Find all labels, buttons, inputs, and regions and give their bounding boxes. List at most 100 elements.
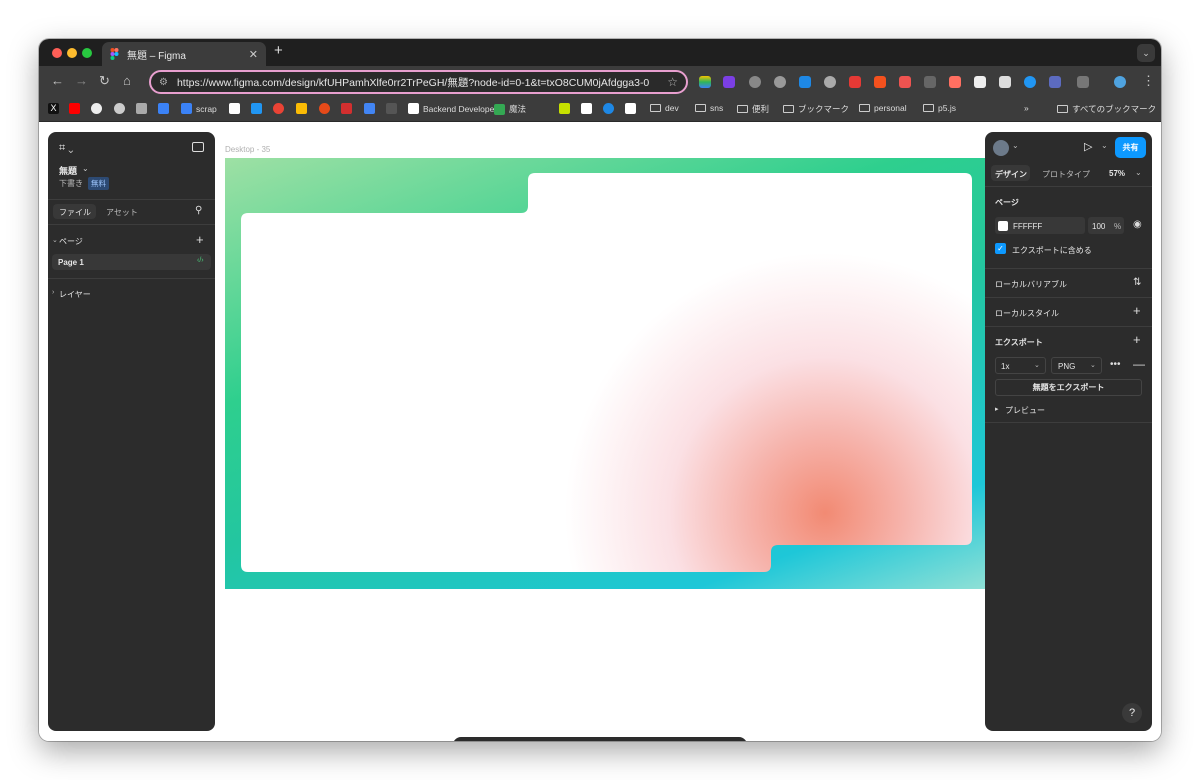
search-icon[interactable]: ⚲: [195, 205, 202, 216]
bookmark-folder-dev[interactable]: dev: [650, 103, 679, 113]
browser-menu-icon[interactable]: ⋮: [1142, 73, 1155, 89]
bookmark-scrap[interactable]: scrap: [181, 103, 217, 114]
bookmark-icon[interactable]: [319, 103, 330, 114]
bookmark-icon[interactable]: [364, 103, 375, 114]
bookmark-x-icon[interactable]: X: [48, 103, 59, 114]
tab-design[interactable]: デザイン: [995, 169, 1027, 180]
site-settings-icon[interactable]: ⚙: [159, 77, 168, 88]
preview-caret-icon[interactable]: ▸: [995, 405, 999, 413]
add-page-icon[interactable]: +: [196, 232, 204, 247]
back-icon[interactable]: ←: [51, 73, 64, 88]
bookmark-mahou[interactable]: 魔法: [494, 103, 526, 115]
present-icon[interactable]: ▷: [1084, 140, 1092, 153]
extension-icon[interactable]: [723, 76, 735, 88]
bookmark-backend-developer[interactable]: Backend Develope...: [408, 103, 501, 114]
extension-icon[interactable]: [774, 76, 786, 88]
variables-icon[interactable]: ⇅: [1133, 277, 1141, 288]
bookmark-github-icon[interactable]: [114, 103, 125, 114]
remove-export-icon[interactable]: —: [1133, 357, 1145, 371]
extension-icon[interactable]: [1024, 76, 1036, 88]
bookmark-folder-p5js[interactable]: p5.js: [923, 103, 956, 113]
profile-avatar-icon[interactable]: [1114, 76, 1126, 88]
extension-icon[interactable]: [749, 76, 761, 88]
file-name-chevron-icon[interactable]: ⌄: [82, 164, 89, 173]
include-export-checkbox[interactable]: ✓: [995, 243, 1006, 254]
bookmark-youtube-icon[interactable]: [69, 103, 80, 114]
avatar-chevron-icon[interactable]: ⌄: [1012, 141, 1019, 150]
user-avatar[interactable]: [993, 140, 1009, 156]
extension-icon[interactable]: [799, 76, 811, 88]
close-tab-icon[interactable]: ✕: [249, 48, 258, 61]
figma-menu-icon[interactable]: ⌗ ⌄: [59, 142, 73, 155]
file-name[interactable]: 無題: [59, 164, 77, 177]
bookmark-icon[interactable]: [625, 103, 636, 114]
add-style-icon[interactable]: +: [1133, 303, 1141, 318]
all-bookmarks-folder[interactable]: すべてのブックマーク: [1057, 103, 1156, 115]
minimize-window-button[interactable]: [67, 48, 77, 58]
help-icon[interactable]: ?: [1122, 703, 1142, 723]
present-chevron-icon[interactable]: ⌄: [1101, 141, 1108, 150]
more-bookmarks-icon[interactable]: »: [1024, 103, 1029, 113]
export-format-chevron-icon[interactable]: ⌄: [1090, 361, 1096, 369]
bookmark-icon[interactable]: [581, 103, 592, 114]
page-list-item[interactable]: Page 1 ‹/›: [52, 254, 211, 270]
background-opacity-value[interactable]: 100: [1092, 222, 1105, 231]
tab-search-icon[interactable]: ⌄: [1137, 44, 1155, 62]
zoom-chevron-icon[interactable]: ⌄: [1135, 168, 1142, 177]
extension-icon[interactable]: [699, 76, 711, 88]
color-swatch[interactable]: [998, 221, 1008, 231]
share-button[interactable]: 共有: [1115, 137, 1146, 158]
bookmark-icon[interactable]: [559, 103, 570, 114]
address-bar[interactable]: ⚙ https://www.figma.com/design/kfUHPamhX…: [149, 70, 688, 94]
zoom-level[interactable]: 57%: [1109, 169, 1125, 178]
bookmark-icon[interactable]: [341, 103, 352, 114]
pages-chevron-icon[interactable]: ⌄: [52, 236, 58, 244]
bookmark-github-icon[interactable]: [91, 103, 102, 114]
extension-icon[interactable]: [924, 76, 936, 88]
extension-icon[interactable]: [899, 76, 911, 88]
bookmark-icon[interactable]: [136, 103, 147, 114]
visibility-eye-icon[interactable]: ◉: [1133, 219, 1142, 230]
bookmark-icon[interactable]: [273, 103, 284, 114]
toggle-sidebar-icon[interactable]: [192, 142, 204, 152]
tab-prototype[interactable]: プロトタイプ: [1042, 169, 1090, 180]
export-scale-chevron-icon[interactable]: ⌄: [1034, 361, 1040, 369]
export-more-icon[interactable]: •••: [1110, 359, 1121, 370]
extension-icon[interactable]: [824, 76, 836, 88]
maximize-window-button[interactable]: [82, 48, 92, 58]
bookmark-icon[interactable]: [251, 103, 262, 114]
extension-icon[interactable]: [999, 76, 1011, 88]
bookmark-icon[interactable]: [296, 103, 307, 114]
bookmark-folder-personal[interactable]: personal: [859, 103, 907, 113]
reload-icon[interactable]: ↻: [99, 73, 110, 89]
layers-chevron-icon[interactable]: ›: [52, 289, 54, 296]
close-window-button[interactable]: [52, 48, 62, 58]
desktop-frame[interactable]: [225, 158, 985, 589]
bookmark-folder-sns[interactable]: sns: [695, 103, 723, 113]
bookmark-folder-benri[interactable]: 便利: [737, 103, 769, 115]
bookmark-folder-bookmark[interactable]: ブックマーク: [783, 103, 849, 115]
bookmark-star-icon[interactable]: ☆: [667, 75, 678, 89]
tab-file[interactable]: ファイル: [59, 207, 91, 218]
home-icon[interactable]: ⌂: [123, 73, 131, 88]
extensions-puzzle-icon[interactable]: [1077, 76, 1089, 88]
new-tab-icon[interactable]: +: [274, 42, 283, 59]
tab-assets[interactable]: アセット: [106, 207, 138, 218]
local-styles-label[interactable]: ローカルスタイル: [995, 308, 1059, 319]
bookmark-amazon-icon[interactable]: [229, 103, 240, 114]
export-button[interactable]: 無題をエクスポート: [995, 379, 1142, 396]
background-color-value[interactable]: FFFFFF: [1013, 222, 1042, 231]
browser-tab[interactable]: 無題 – Figma ✕: [102, 42, 266, 66]
add-export-icon[interactable]: +: [1133, 332, 1141, 347]
extension-icon[interactable]: [1049, 76, 1061, 88]
extension-icon[interactable]: [949, 76, 961, 88]
extension-icon[interactable]: [974, 76, 986, 88]
extension-icon[interactable]: [874, 76, 886, 88]
bookmark-icon[interactable]: [386, 103, 397, 114]
frame-label[interactable]: Desktop - 35: [225, 145, 270, 154]
bookmark-icon[interactable]: [158, 103, 169, 114]
preview-label[interactable]: プレビュー: [1005, 405, 1045, 416]
bookmark-icon[interactable]: [603, 103, 614, 114]
local-variables-label[interactable]: ローカルバリアブル: [995, 279, 1067, 290]
forward-icon[interactable]: →: [75, 73, 88, 88]
